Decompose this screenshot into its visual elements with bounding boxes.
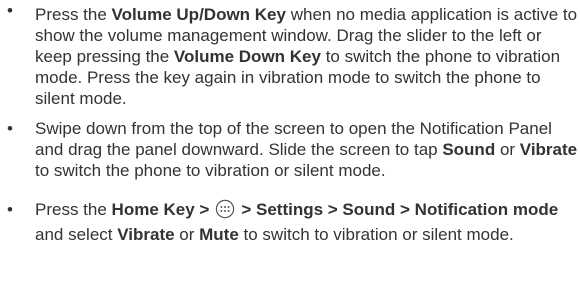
bullet-point: • bbox=[7, 200, 13, 219]
volume-key-term: Volume Up/Down Key bbox=[111, 5, 286, 24]
list-item: • Press the Volume Up/Down Key when no m… bbox=[0, 0, 580, 109]
item-text: Swipe down from the top of the screen to… bbox=[35, 119, 578, 180]
home-key-term: Home Key > bbox=[111, 200, 210, 219]
sound-term: Sound bbox=[442, 140, 496, 159]
settings-path-term: > Settings > Sound > Notification mode bbox=[241, 200, 559, 219]
bullet-point: • bbox=[7, 1, 13, 20]
mute-term: Mute bbox=[199, 225, 239, 244]
vibrate-term: Vibrate bbox=[117, 225, 175, 244]
list-item: • Swipe down from the top of the screen … bbox=[0, 118, 580, 181]
item-text: Press the Volume Up/Down Key when no med… bbox=[35, 5, 578, 108]
instruction-list: • Press the Volume Up/Down Key when no m… bbox=[0, 0, 580, 245]
item-text: Press the Home Key > > Settings > Sound >… bbox=[35, 199, 559, 244]
vibrate-term: Vibrate bbox=[519, 140, 578, 159]
document-page: • Press the Volume Up/Down Key when no m… bbox=[0, 0, 580, 295]
bullet-point: • bbox=[7, 119, 13, 138]
apps-icon bbox=[215, 199, 235, 224]
volume-down-key-term: Volume Down Key bbox=[173, 47, 321, 66]
list-item: • Press the Home Key > > Settings > Sound… bbox=[0, 199, 580, 245]
